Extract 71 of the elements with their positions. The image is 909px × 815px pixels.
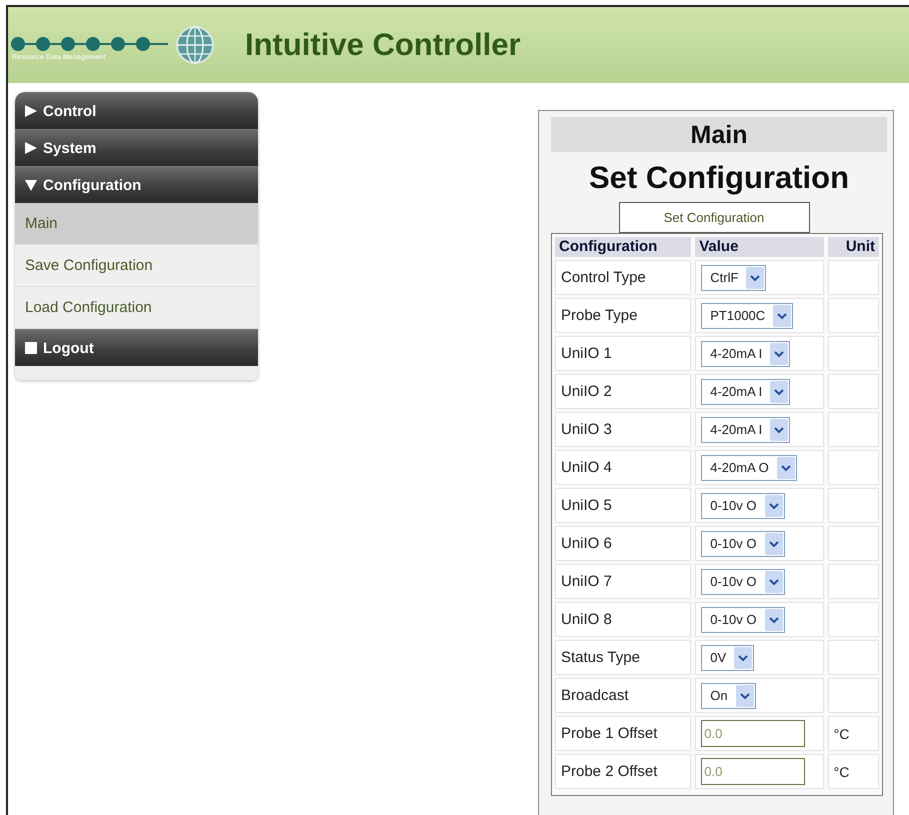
dropdown[interactable]: 0-10v O bbox=[701, 568, 784, 594]
table-cell: Probe 2 Offset bbox=[555, 754, 692, 789]
dropdown[interactable]: On bbox=[701, 682, 756, 708]
chevron-down-icon bbox=[770, 380, 788, 402]
chevron-down-icon bbox=[746, 266, 764, 288]
dropdown[interactable]: CtrlF bbox=[701, 264, 766, 290]
dropdown[interactable]: 4-20mA I bbox=[701, 340, 790, 366]
table-cell: UniIO 3 bbox=[555, 412, 692, 447]
menu-header[interactable]: System bbox=[15, 129, 258, 166]
table-cell: Broadcast bbox=[555, 678, 692, 713]
table-cell: Control Type bbox=[555, 260, 692, 295]
chevron-down-icon bbox=[736, 684, 754, 706]
chevron-down-icon bbox=[764, 608, 782, 630]
table-cell bbox=[828, 336, 879, 371]
table-cell bbox=[828, 450, 879, 485]
page-title: Set Configuration bbox=[588, 160, 850, 196]
unit-label: °C bbox=[834, 764, 850, 780]
square-icon bbox=[25, 342, 37, 354]
table-cell: UniIO 5 bbox=[555, 488, 692, 523]
menu-item[interactable]: Main bbox=[15, 203, 258, 245]
menu-header[interactable]: Logout bbox=[15, 329, 258, 366]
table-cell: UniIO 4 bbox=[555, 450, 692, 485]
dropdown[interactable]: 0-10v O bbox=[701, 530, 784, 556]
table-cell: UniIO 7 bbox=[555, 564, 692, 599]
dropdown[interactable]: 4-20mA O bbox=[701, 454, 797, 480]
chevron-down-icon bbox=[764, 570, 782, 592]
triangle-right-icon bbox=[25, 142, 37, 154]
menu-item[interactable]: Load Configuration bbox=[15, 287, 258, 329]
dropdown[interactable]: 4-20mA I bbox=[701, 416, 790, 442]
chevron-down-icon bbox=[773, 304, 792, 326]
chevron-down-icon bbox=[764, 494, 782, 516]
chevron-down-icon bbox=[770, 418, 788, 440]
chevron-down-icon bbox=[764, 532, 782, 554]
app-title: Intuitive Controller bbox=[245, 27, 521, 63]
menu-header[interactable]: Configuration bbox=[15, 166, 258, 203]
table-cell bbox=[828, 526, 879, 561]
table-cell: Status Type bbox=[555, 640, 692, 675]
page-heading: Main bbox=[551, 117, 887, 152]
table-cell bbox=[828, 564, 879, 599]
table-cell bbox=[828, 488, 879, 523]
dropdown[interactable]: 0-10v O bbox=[701, 606, 784, 632]
triangle-right-icon bbox=[25, 105, 37, 117]
table-cell: UniIO 1 bbox=[555, 336, 692, 371]
column-header: Unit bbox=[828, 237, 879, 257]
dropdown[interactable]: 0-10v O bbox=[701, 492, 784, 518]
set-configuration-button[interactable]: Set Configuration bbox=[618, 202, 810, 233]
globe-icon bbox=[175, 25, 215, 65]
triangle-down-icon bbox=[25, 179, 37, 191]
dropdown[interactable]: 0V bbox=[701, 644, 754, 670]
table-cell: UniIO 2 bbox=[555, 374, 692, 409]
table-cell: Probe Type bbox=[555, 298, 692, 333]
table-cell bbox=[828, 260, 879, 295]
column-header: Value bbox=[695, 237, 824, 257]
dropdown[interactable]: 4-20mA I bbox=[701, 378, 790, 404]
table-cell bbox=[828, 298, 879, 333]
menu-item[interactable]: Save Configuration bbox=[15, 245, 258, 287]
table-cell bbox=[828, 678, 879, 713]
dropdown[interactable]: PT1000C bbox=[701, 302, 794, 328]
menu-header[interactable]: Control bbox=[15, 92, 258, 129]
unit-label: °C bbox=[834, 726, 850, 742]
table-cell bbox=[828, 602, 879, 637]
table-cell: UniIO 6 bbox=[555, 526, 692, 561]
column-header: Configuration bbox=[555, 237, 692, 257]
chevron-down-icon bbox=[770, 342, 788, 364]
table-cell bbox=[828, 640, 879, 675]
table-cell: Probe 1 Offset bbox=[555, 716, 692, 751]
table-cell bbox=[828, 374, 879, 409]
chevron-down-icon bbox=[776, 456, 795, 478]
chevron-down-icon bbox=[734, 646, 752, 668]
table-cell bbox=[828, 412, 879, 447]
table-cell: UniIO 8 bbox=[555, 602, 692, 637]
